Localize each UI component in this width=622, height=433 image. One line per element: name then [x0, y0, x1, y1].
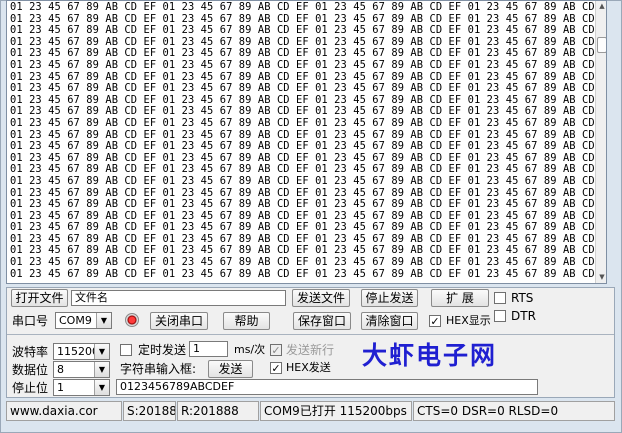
port-value: COM9: [59, 314, 92, 327]
timed-send-checkbox[interactable]: [120, 344, 132, 356]
port-label: 串口号: [12, 314, 49, 328]
status-modem-lines: CTS=0 DSR=0 RLSD=0: [413, 401, 615, 421]
baud-label: 波特率: [12, 345, 49, 359]
stop-send-button[interactable]: 停止发送: [361, 289, 418, 307]
dtr-checkbox[interactable]: [494, 310, 506, 322]
port-status-led-icon: [125, 313, 139, 327]
help-button[interactable]: 帮助: [223, 312, 270, 330]
send-file-button[interactable]: 发送文件: [292, 289, 350, 307]
receive-line: 01 23 45 67 89 AB CD EF 01 23 45 67 89 A…: [10, 116, 594, 129]
scrollbar-thumb[interactable]: [597, 37, 606, 53]
interval-unit: ms/次: [234, 343, 266, 356]
chevron-down-icon[interactable]: ▼: [96, 313, 111, 328]
receive-line: 01 23 45 67 89 AB CD EF 01 23 45 67 89 A…: [10, 256, 594, 269]
chevron-down-icon[interactable]: ▼: [94, 380, 109, 395]
open-file-button[interactable]: 打开文件: [11, 289, 68, 307]
send-newline-checkbox[interactable]: ✓: [270, 344, 282, 356]
interval-field[interactable]: 1: [189, 341, 228, 357]
status-received-count: R:201888: [177, 401, 259, 421]
send-input[interactable]: 0123456789ABCDEF: [116, 379, 538, 395]
send-newline-label: 发送新行: [286, 343, 335, 357]
hex-display-checkbox[interactable]: ✓: [429, 315, 441, 327]
dtr-label: DTR: [511, 309, 536, 323]
expand-button[interactable]: 扩 展: [431, 289, 489, 307]
receive-text: 01 23 45 67 89 AB CD EF 01 23 45 67 89 A…: [10, 1, 594, 283]
data-bits-value: 8: [57, 363, 64, 376]
hex-display-label: HEX显示: [446, 314, 491, 327]
receive-line: 01 23 45 67 89 AB CD EF 01 23 45 67 89 A…: [10, 140, 594, 153]
chevron-down-icon[interactable]: ▼: [94, 344, 109, 359]
clear-window-button[interactable]: 清除窗口: [361, 312, 418, 330]
stop-bits-label: 停止位: [12, 381, 49, 395]
status-port-state: COM9已打开 115200bps: [260, 401, 412, 421]
scroll-down-icon[interactable]: ▼: [596, 272, 606, 282]
scroll-up-icon[interactable]: ▲: [596, 1, 606, 11]
data-bits-select[interactable]: 8 ▼: [53, 361, 110, 378]
receive-area[interactable]: 01 23 45 67 89 AB CD EF 01 23 45 67 89 A…: [6, 0, 607, 284]
rts-label: RTS: [511, 291, 534, 305]
save-window-button[interactable]: 保存窗口: [293, 312, 351, 330]
receive-line: 01 23 45 67 89 AB CD EF 01 23 45 67 89 A…: [10, 267, 594, 280]
chevron-down-icon[interactable]: ▼: [94, 362, 109, 377]
baud-select[interactable]: 115200 ▼: [53, 343, 110, 360]
timed-send-label: 定时发送: [138, 343, 187, 357]
receive-line: 01 23 45 67 89 AB CD EF 01 23 45 67 89 A…: [10, 174, 594, 187]
status-sent-count: S:201888: [123, 401, 176, 421]
data-bits-label: 数据位: [12, 363, 49, 377]
rts-checkbox[interactable]: [494, 292, 506, 304]
file-name-field[interactable]: 文件名: [71, 290, 286, 306]
receive-line: 01 23 45 67 89 AB CD EF 01 23 45 67 89 A…: [10, 1, 594, 13]
close-port-button[interactable]: 关闭串口: [150, 312, 208, 330]
stop-bits-select[interactable]: 1 ▼: [53, 379, 110, 396]
string-input-label: 字符串输入框:: [120, 362, 197, 376]
vertical-scrollbar[interactable]: ▲ ▼: [595, 1, 606, 283]
hex-send-checkbox[interactable]: ✓: [270, 362, 282, 374]
receive-line: 01 23 45 67 89 AB CD EF 01 23 45 67 89 A…: [10, 58, 594, 71]
receive-line: 01 23 45 67 89 AB CD EF 01 23 45 67 89 A…: [10, 198, 594, 211]
section-divider: [7, 334, 614, 335]
receive-line: 01 23 45 67 89 AB CD EF 01 23 45 67 89 A…: [10, 82, 594, 95]
send-button[interactable]: 发送: [208, 360, 253, 378]
port-select[interactable]: COM9 ▼: [55, 312, 112, 329]
hex-send-label: HEX发送: [286, 361, 331, 374]
status-website: www.daxia.cor: [6, 401, 122, 421]
baud-value: 115200: [57, 345, 99, 358]
brand-logo: 大虾电子网: [362, 341, 498, 370]
stop-bits-value: 1: [57, 381, 64, 394]
